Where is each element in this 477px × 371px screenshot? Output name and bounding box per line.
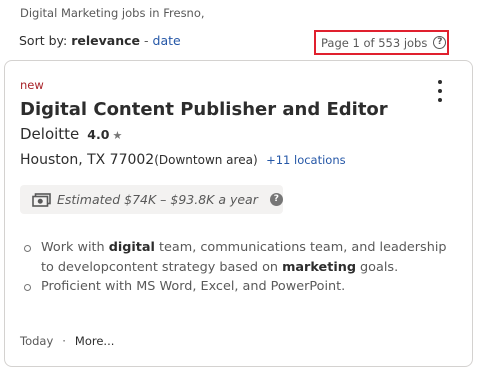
sort-separator: -	[144, 33, 149, 48]
snippet-text: Proficient with MS Word, Excel, and Powe…	[41, 279, 346, 294]
sort-relevance: relevance	[71, 33, 140, 48]
company-row: Deloitte 4.0 ★	[20, 125, 122, 143]
snippet-item: Proficient with MS Word, Excel, and Powe…	[22, 277, 452, 297]
snippet-text: Work with	[41, 240, 109, 255]
company-rating: 4.0	[87, 127, 110, 142]
job-footer: Today · More...	[20, 334, 114, 348]
sort-label: Sort by:	[19, 33, 68, 48]
snippet-keyword: digital	[108, 240, 155, 255]
money-icon	[32, 192, 51, 207]
company-name[interactable]: Deloitte	[20, 125, 79, 143]
page-count: Page 1 of 553 jobs ?	[314, 30, 449, 55]
sort-date-link[interactable]: date	[153, 33, 181, 48]
snippet-text: goals.	[355, 259, 399, 275]
question-circle-icon[interactable]: ?	[433, 36, 447, 49]
snippet-keyword: marketing	[282, 259, 356, 275]
job-card[interactable]: new Digital Content Publisher and Editor…	[4, 60, 473, 367]
salary-text: Estimated $74K – $93.8K a year	[57, 192, 258, 207]
location-text: Houston, TX 77002	[20, 152, 155, 168]
star-icon: ★	[112, 129, 123, 142]
new-badge: new	[20, 78, 44, 92]
salary-estimate: Estimated $74K – $93.8K a year ?	[20, 185, 283, 214]
snippet-item: Work with digital team, communications t…	[22, 238, 452, 277]
location-area: (Downtown area)	[154, 153, 258, 167]
job-location: Houston, TX 77002(Downtown area) +11 loc…	[20, 152, 346, 168]
posted-date: Today	[20, 334, 54, 348]
page-count-text: Page 1 of 553 jobs	[321, 35, 428, 50]
results-heading: Digital Marketing jobs in Fresno,	[20, 6, 205, 20]
job-search-results: Digital Marketing jobs in Fresno, Sort b…	[0, 0, 477, 371]
more-link[interactable]: More...	[75, 334, 114, 348]
more-options-icon[interactable]	[434, 80, 446, 102]
more-locations-link[interactable]: +11 locations	[266, 153, 346, 167]
sort-controls: Sort by: relevance - date	[19, 33, 181, 48]
job-title[interactable]: Digital Content Publisher and Editor	[20, 99, 388, 120]
job-snippet: Work with digital team, communications t…	[22, 238, 452, 297]
footer-separator: ·	[62, 334, 66, 348]
info-icon[interactable]: ?	[269, 193, 283, 206]
